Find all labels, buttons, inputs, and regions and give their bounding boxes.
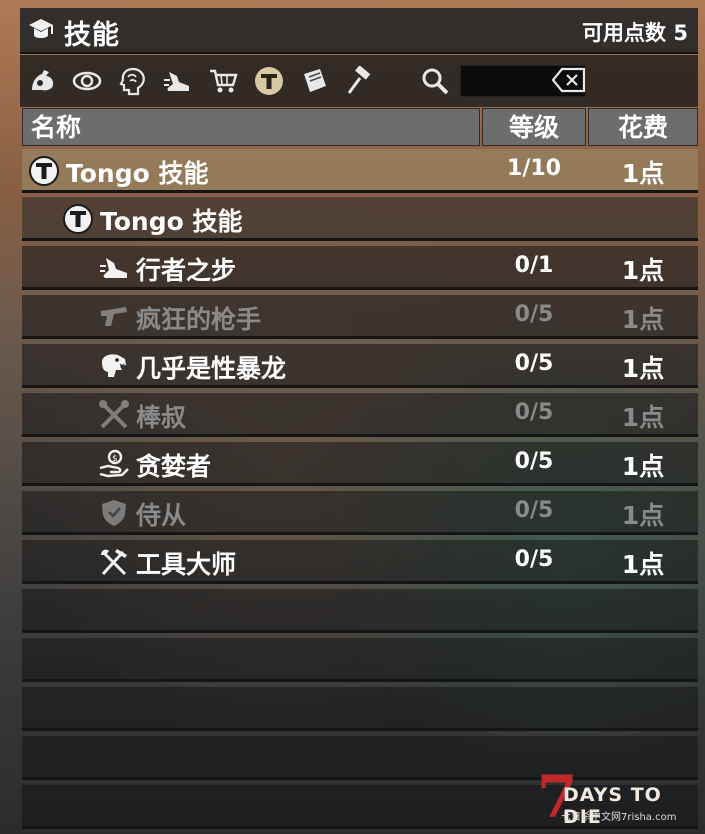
skill-cost: 1点 [621, 550, 665, 579]
skill-name: Tongo 技能 [66, 159, 209, 188]
brand-watermark: 7 DAYS TO DIE 七日杀中文网7risha.com [537, 766, 697, 828]
skill-row-tongo-group[interactable]: Tongo 技能 [22, 197, 698, 241]
svg-text:$: $ [112, 454, 118, 464]
skill-row-squire[interactable]: 侍从 0/5 1点 [22, 491, 698, 535]
pistol-icon [101, 307, 127, 326]
column-name[interactable]: 名称 [22, 108, 480, 146]
watermark-site: 七日杀中文网7risha.com [561, 812, 677, 823]
running-shoe-icon [100, 258, 127, 278]
skill-level: 0/5 [514, 400, 554, 425]
perception-icon[interactable] [72, 66, 102, 96]
column-level[interactable]: 等级 [482, 108, 586, 146]
skill-row-tool-master[interactable]: 工具大师 0/5 1点 [22, 540, 698, 584]
empty-row [22, 589, 698, 633]
intellect-icon[interactable] [118, 66, 148, 96]
available-points: 可用点数 5 [582, 21, 688, 45]
skill-cost: 1点 [621, 501, 665, 530]
skill-level: 0/5 [514, 547, 554, 572]
skill-name: 几乎是性暴龙 [136, 354, 287, 383]
skill-name: 棒叔 [136, 403, 187, 432]
clear-search-icon[interactable] [552, 67, 586, 93]
tongo-icon[interactable] [254, 66, 284, 96]
skill-cost: 1点 [621, 256, 665, 285]
skill-row-walker-step[interactable]: 行者之步 0/1 1点 [22, 246, 698, 290]
empty-row [22, 638, 698, 682]
skill-name: 疯狂的枪手 [136, 305, 262, 334]
book-icon[interactable] [300, 66, 330, 96]
empty-row [22, 687, 698, 731]
agility-icon[interactable] [163, 66, 193, 96]
money-hand-icon: $ [99, 449, 129, 478]
crossed-clubs-icon [99, 400, 129, 429]
shield-icon [102, 500, 126, 526]
skill-cost: 1点 [621, 305, 665, 334]
skill-level: 0/5 [514, 498, 554, 523]
skill-name: 贪婪者 [136, 452, 212, 481]
skill-row-crazy-gunner[interactable]: 疯狂的枪手 0/5 1点 [22, 295, 698, 339]
tongo-icon [63, 204, 93, 234]
tongo-icon [29, 156, 59, 186]
trex-icon [102, 354, 126, 377]
column-header: 名称 等级 花费 [20, 108, 698, 148]
skill-name: Tongo 技能 [100, 207, 243, 236]
skill-name: 侍从 [136, 501, 187, 530]
strength-icon[interactable] [28, 66, 58, 96]
skill-row-uncle-club[interactable]: 棒叔 0/5 1点 [22, 393, 698, 437]
skill-cost: 1点 [621, 354, 665, 383]
window-title: 技能 [64, 20, 120, 51]
skill-level: 0/5 [514, 351, 554, 376]
skill-cost: 1点 [621, 159, 665, 188]
category-toolbar [20, 55, 698, 107]
graduation-cap-icon [29, 19, 53, 38]
crossed-tools-icon [101, 549, 127, 576]
search-icon[interactable] [420, 66, 450, 96]
skill-row-greedy[interactable]: $ 贪婪者 0/5 1点 [22, 442, 698, 486]
skill-level: 0/5 [514, 449, 554, 474]
trade-cart-icon[interactable] [208, 66, 238, 96]
skill-cost: 1点 [621, 452, 665, 481]
skill-cost: 1点 [621, 403, 665, 432]
skill-name: 行者之步 [136, 256, 237, 285]
skill-level: 0/5 [514, 302, 554, 327]
skill-level: 1/10 [507, 156, 561, 181]
skill-row-tongo-category[interactable]: Tongo 技能 1/10 1点 [22, 149, 698, 193]
column-cost[interactable]: 花费 [588, 108, 698, 146]
skill-row-almost-trex[interactable]: 几乎是性暴龙 0/5 1点 [22, 344, 698, 388]
skill-name: 工具大师 [136, 550, 237, 579]
title-bar: 技能 可用点数 5 [20, 8, 698, 54]
hammer-icon[interactable] [345, 65, 375, 96]
skill-level: 0/1 [514, 253, 554, 278]
skills-window: 技能 可用点数 5 名称 等级 花费 Tongo 技能 1/10 1点 Tong… [20, 8, 698, 829]
